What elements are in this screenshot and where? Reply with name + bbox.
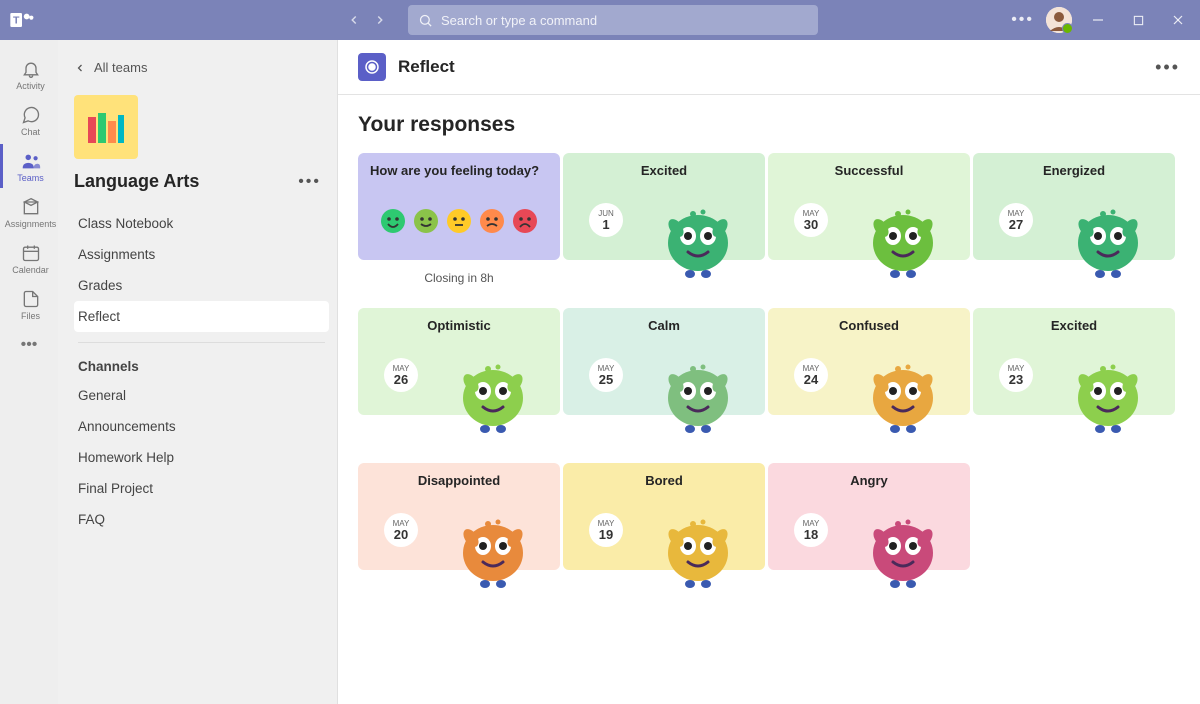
content-header: Reflect •••: [338, 40, 1200, 95]
emoji-1[interactable]: [413, 208, 439, 234]
mood-label: Energized: [985, 163, 1163, 178]
search-input[interactable]: [441, 13, 808, 28]
side-link-class-notebook[interactable]: Class Notebook: [74, 208, 329, 239]
team-overflow[interactable]: •••: [298, 173, 321, 191]
monster-icon: [648, 343, 748, 443]
response-card[interactable]: Bored MAY19: [563, 463, 765, 570]
rail-activity[interactable]: Activity: [0, 52, 58, 96]
mood-label: Confused: [780, 318, 958, 333]
mood-label: Excited: [575, 163, 753, 178]
response-card[interactable]: Excited JUN1: [563, 153, 765, 260]
nav-back[interactable]: [344, 10, 364, 30]
response-card[interactable]: Calm MAY25: [563, 308, 765, 415]
team-name: Language Arts: [74, 171, 199, 192]
emoji-3[interactable]: [479, 208, 505, 234]
side-link-reflect[interactable]: Reflect: [74, 301, 329, 332]
channel-announcements[interactable]: Announcements: [74, 411, 329, 442]
date-pill: MAY27: [999, 203, 1033, 237]
date-pill: JUN1: [589, 203, 623, 237]
minimize-button[interactable]: [1084, 6, 1112, 34]
emoji-4[interactable]: [512, 208, 538, 234]
mood-label: Disappointed: [370, 473, 548, 488]
chat-icon: [20, 104, 42, 126]
mood-label: Excited: [985, 318, 1163, 333]
channel-final-project[interactable]: Final Project: [74, 473, 329, 504]
date-pill: MAY18: [794, 513, 828, 547]
back-label: All teams: [94, 60, 147, 75]
monster-icon: [853, 498, 953, 588]
response-card[interactable]: Excited MAY23: [973, 308, 1175, 415]
titlebar: T •••: [0, 0, 1200, 40]
channels-heading: Channels: [74, 353, 329, 380]
calendar-icon: [20, 242, 42, 264]
content-area: Reflect ••• Your responses How are you f…: [338, 40, 1200, 704]
mood-label: Calm: [575, 318, 753, 333]
content-overflow[interactable]: •••: [1155, 57, 1180, 78]
mood-label: Bored: [575, 473, 753, 488]
rail-files[interactable]: Files: [0, 282, 58, 326]
monster-icon: [853, 343, 953, 443]
monster-icon: [1058, 343, 1158, 443]
channel-homework-help[interactable]: Homework Help: [74, 442, 329, 473]
rail-assignments[interactable]: Assignments: [0, 190, 58, 234]
side-link-grades[interactable]: Grades: [74, 270, 329, 301]
team-sidebar: All teams Language Arts ••• Class Notebo…: [58, 40, 338, 704]
close-button[interactable]: [1164, 6, 1192, 34]
team-avatar: [74, 95, 138, 159]
avatar[interactable]: [1046, 7, 1072, 33]
rail-chat[interactable]: Chat: [0, 98, 58, 142]
rail-teams[interactable]: Teams: [0, 144, 58, 188]
date-pill: MAY19: [589, 513, 623, 547]
response-card[interactable]: Confused MAY24: [768, 308, 970, 415]
svg-text:T: T: [13, 15, 20, 27]
prompt-question: How are you feeling today?: [370, 163, 548, 178]
closing-text: Closing in 8h: [358, 271, 560, 305]
prompt-card[interactable]: How are you feeling today?: [358, 153, 560, 260]
page-title: Your responses: [358, 113, 1180, 137]
monster-icon: [443, 343, 543, 443]
chevron-left-icon: [74, 62, 86, 74]
channel-general[interactable]: General: [74, 380, 329, 411]
app-title: Reflect: [398, 57, 455, 77]
search-icon: [418, 13, 433, 28]
date-pill: MAY25: [589, 358, 623, 392]
mood-label: Angry: [780, 473, 958, 488]
monster-icon: [443, 498, 543, 588]
date-pill: MAY26: [384, 358, 418, 392]
date-pill: MAY20: [384, 513, 418, 547]
maximize-button[interactable]: [1124, 6, 1152, 34]
divider: [78, 342, 325, 343]
search-box[interactable]: [408, 5, 818, 35]
date-pill: MAY23: [999, 358, 1033, 392]
bell-icon: [20, 58, 42, 80]
monster-icon: [648, 188, 748, 288]
reflect-app-icon: [358, 53, 386, 81]
rail-overflow[interactable]: •••: [21, 336, 38, 354]
teams-icon: [20, 150, 42, 172]
response-card[interactable]: Angry MAY18: [768, 463, 970, 570]
response-card[interactable]: Disappointed MAY20: [358, 463, 560, 570]
date-pill: MAY30: [794, 203, 828, 237]
files-icon: [20, 288, 42, 310]
emoji-0[interactable]: [380, 208, 406, 234]
monster-icon: [853, 188, 953, 288]
assignments-icon: [20, 196, 42, 218]
monster-icon: [648, 498, 748, 588]
side-link-assignments[interactable]: Assignments: [74, 239, 329, 270]
response-card[interactable]: Optimistic MAY26: [358, 308, 560, 415]
nav-forward[interactable]: [370, 10, 390, 30]
response-card[interactable]: Energized MAY27: [973, 153, 1175, 260]
overflow-menu[interactable]: •••: [1011, 11, 1034, 29]
back-all-teams[interactable]: All teams: [74, 56, 329, 79]
rail-calendar[interactable]: Calendar: [0, 236, 58, 280]
date-pill: MAY24: [794, 358, 828, 392]
teams-logo: T: [8, 6, 36, 34]
emoji-2[interactable]: [446, 208, 472, 234]
app-rail: ActivityChatTeamsAssignmentsCalendarFile…: [0, 40, 58, 704]
mood-label: Optimistic: [370, 318, 548, 333]
channel-faq[interactable]: FAQ: [74, 504, 329, 535]
monster-icon: [1058, 188, 1158, 288]
mood-label: Successful: [780, 163, 958, 178]
response-card[interactable]: Successful MAY30: [768, 153, 970, 260]
